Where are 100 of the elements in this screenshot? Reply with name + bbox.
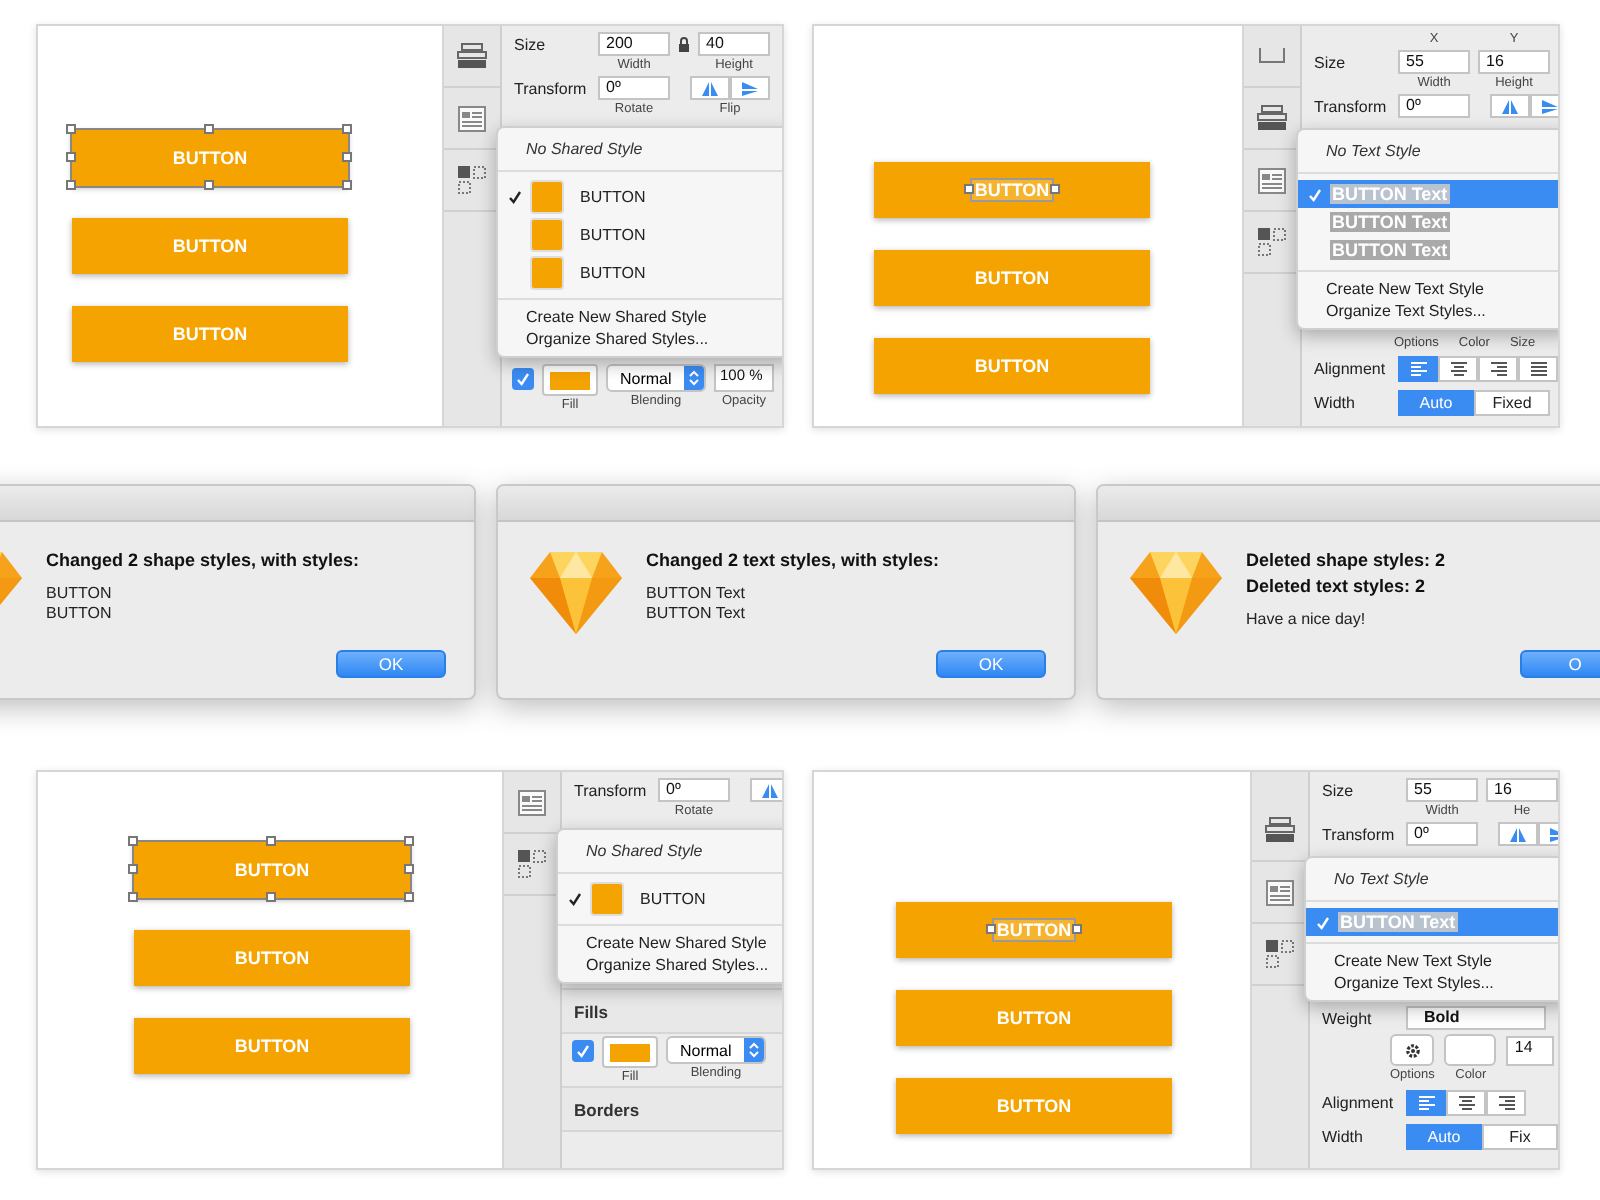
selection-handle[interactable] (204, 124, 214, 134)
flip-horizontal-button[interactable] (1490, 94, 1530, 118)
button-label: BUTTON (232, 946, 312, 970)
number-field[interactable]: 40 (698, 32, 770, 56)
selection-handle[interactable] (342, 152, 352, 162)
font-size-field[interactable]: 14 (1506, 1036, 1554, 1066)
layers-icon[interactable] (1264, 816, 1296, 844)
menu-item[interactable]: No Text Style (1298, 136, 1558, 166)
number-field[interactable]: 55 (1406, 778, 1478, 802)
menu-item[interactable]: Create New Text Style (1298, 278, 1558, 300)
menu-item[interactable]: Organize Shared Styles... (558, 954, 782, 976)
number-field[interactable]: 55 (1398, 50, 1470, 74)
options-button[interactable] (1390, 1034, 1435, 1066)
selection-handle[interactable] (128, 836, 138, 846)
selection-handle[interactable] (404, 864, 414, 874)
field-label: Size (514, 34, 548, 54)
field-label: Alignment (1314, 358, 1388, 378)
selection-handle[interactable] (964, 184, 974, 194)
layout-icon[interactable] (518, 850, 546, 878)
weight-field[interactable]: Bold (1406, 1006, 1546, 1030)
checkbox[interactable] (572, 1040, 594, 1062)
selection-handle[interactable] (66, 180, 76, 190)
selection-handle[interactable] (342, 180, 352, 190)
text-panel-icon[interactable] (1266, 879, 1294, 905)
text-color-well[interactable] (1444, 1034, 1497, 1066)
flip-vertical-button[interactable] (1530, 94, 1558, 118)
rotate-field[interactable]: 0º (1398, 94, 1470, 118)
lock-icon[interactable] (678, 36, 690, 52)
number-field[interactable]: 16 (1478, 50, 1550, 74)
checkmark-icon (576, 1044, 590, 1058)
flip-horizontal-button[interactable] (1498, 822, 1538, 846)
selection-handle[interactable] (128, 864, 138, 874)
selection-handle[interactable] (66, 152, 76, 162)
alignment-button[interactable] (1398, 356, 1438, 382)
selection-handle[interactable] (404, 836, 414, 846)
menu-item[interactable]: BUTTON (498, 216, 782, 254)
width-mode-button[interactable]: Fix (1482, 1124, 1558, 1150)
align-right-icon (1497, 1095, 1515, 1111)
menu-item[interactable]: No Shared Style (558, 836, 782, 866)
text-panel-icon[interactable] (518, 789, 546, 815)
selection-handle[interactable] (266, 836, 276, 846)
alignment-button[interactable] (1438, 356, 1478, 382)
layout-icon[interactable] (1258, 228, 1286, 256)
button-label: BUTTON (970, 178, 1054, 202)
menu-item[interactable]: BUTTON (498, 178, 782, 216)
triangle-icon (742, 81, 758, 95)
selection-handle[interactable] (986, 924, 996, 934)
triangle-icon (762, 783, 778, 797)
menu-item[interactable]: Create New Shared Style (498, 306, 782, 328)
selection-handle[interactable] (266, 892, 276, 902)
rotate-field[interactable]: 0º (598, 76, 670, 100)
selection-handle[interactable] (128, 892, 138, 902)
menu-item[interactable]: Organize Text Styles... (1298, 300, 1558, 322)
number-field[interactable]: 200 (598, 32, 670, 56)
button-label: BUTTON (972, 354, 1052, 378)
dialog-text: Have a nice day! (1246, 610, 1368, 628)
selection-handle[interactable] (66, 124, 76, 134)
layers-icon[interactable] (456, 42, 488, 70)
menu-item[interactable]: No Shared Style (498, 134, 782, 164)
rotate-field[interactable]: 0º (1406, 822, 1478, 846)
layers-icon[interactable] (1256, 104, 1288, 132)
selection-handle[interactable] (342, 124, 352, 134)
flip-horizontal-button[interactable] (690, 76, 730, 100)
alignment-button[interactable] (1478, 356, 1518, 382)
alignment-button[interactable] (1446, 1090, 1486, 1116)
blending-select[interactable]: Normal (666, 1036, 766, 1064)
blending-select[interactable]: Normal (606, 364, 706, 392)
selection-handle[interactable] (1050, 184, 1060, 194)
menu-item[interactable]: Organize Shared Styles... (498, 328, 782, 350)
selection-handle[interactable] (1072, 924, 1082, 934)
layout-icon[interactable] (458, 166, 486, 194)
field-label: Transform (1314, 96, 1389, 116)
dialog-title: Changed 2 text styles, with styles: (646, 550, 942, 570)
menu-item[interactable]: Organize Text Styles... (1306, 972, 1558, 994)
flip-horizontal-button[interactable] (750, 778, 782, 802)
dialog-text: BUTTON Text (646, 584, 747, 602)
menu-item[interactable]: BUTTON (498, 254, 782, 292)
menu-item[interactable]: No Text Style (1306, 864, 1558, 894)
button-label: BUTTON (972, 266, 1052, 290)
menu-item[interactable]: Create New Shared Style (558, 932, 782, 954)
selection-handle[interactable] (204, 180, 214, 190)
color-swatch (590, 882, 624, 916)
width-mode-button[interactable]: Fixed (1474, 390, 1550, 416)
text-panel-icon[interactable] (458, 105, 486, 131)
field-label: Weight (1322, 1008, 1374, 1028)
layout-icon[interactable] (1266, 940, 1294, 968)
selection-handle[interactable] (404, 892, 414, 902)
alignment-button[interactable] (1486, 1090, 1526, 1116)
checkbox[interactable] (512, 368, 534, 390)
flip-vertical-button[interactable] (730, 76, 770, 100)
alignment-button[interactable] (1518, 356, 1558, 382)
number-field[interactable]: 16 (1486, 778, 1558, 802)
rotate-field[interactable]: 0º (658, 778, 730, 802)
checkmark-icon (1315, 915, 1329, 929)
menu-item[interactable]: BUTTON (558, 880, 782, 918)
alignment-button[interactable] (1406, 1090, 1446, 1116)
fill-color-well[interactable] (602, 1036, 658, 1068)
menu-item[interactable]: Create New Text Style (1306, 950, 1558, 972)
text-panel-icon[interactable] (1258, 167, 1286, 193)
fill-color-well[interactable] (542, 364, 598, 396)
